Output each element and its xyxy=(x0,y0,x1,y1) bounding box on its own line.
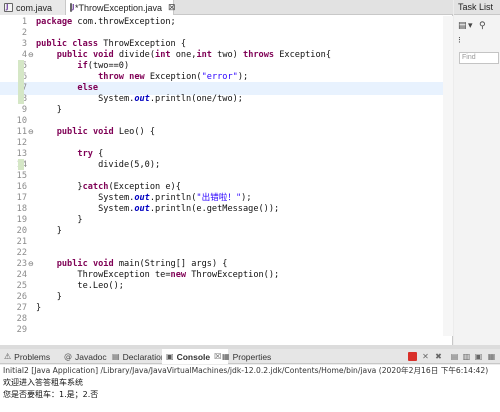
java-file-icon xyxy=(70,3,75,12)
properties-icon: ▦ xyxy=(222,352,230,361)
tab-console[interactable]: ▣ Console ☒ xyxy=(162,349,229,364)
console-output[interactable]: Initial2 [Java Application] /Library/Jav… xyxy=(0,365,500,412)
tab-declaration[interactable]: ▤ Declaration xyxy=(112,349,166,364)
tab-problems[interactable]: ⚠ Problems xyxy=(4,349,50,364)
change-marker xyxy=(18,60,24,71)
change-marker xyxy=(18,159,24,170)
editor-area: com.java *ThrowException.java ⊠ 1package… xyxy=(0,0,453,345)
remove-all-icon[interactable]: ✖ xyxy=(434,352,443,361)
tab-com-java[interactable]: com.java xyxy=(0,0,66,15)
console-status: Initial2 [Java Application] /Library/Jav… xyxy=(3,366,489,375)
terminate-icon[interactable] xyxy=(408,352,417,361)
tab-label: Properties xyxy=(232,351,272,362)
scroll-lock-icon[interactable]: ▤ xyxy=(450,352,459,361)
tab-label: Javadoc xyxy=(75,351,107,362)
change-marker xyxy=(18,82,24,93)
code-editor[interactable]: 1 package com.throwException; 2 3 public cla… xyxy=(0,16,453,336)
tab-label: *ThrowException.java xyxy=(75,2,163,13)
tab-javadoc[interactable]: @ Javadoc xyxy=(64,349,107,364)
tab-throwexception-java[interactable]: *ThrowException.java ⊠ xyxy=(66,0,176,15)
java-file-icon xyxy=(4,3,13,12)
task-find-input[interactable]: Find xyxy=(459,52,499,64)
tab-label: Problems xyxy=(14,351,51,362)
change-marker xyxy=(18,93,24,104)
remove-launch-icon[interactable]: ✕ xyxy=(421,352,430,361)
task-list-title: Task List xyxy=(454,0,500,15)
new-task-icon[interactable]: ▤ xyxy=(458,21,467,31)
editor-tabbar: com.java *ThrowException.java ⊠ xyxy=(0,0,453,15)
pin-console-icon[interactable]: ▥ xyxy=(462,352,471,361)
tab-properties[interactable]: ▦ Properties xyxy=(222,349,271,364)
display-console-icon[interactable]: ▣ xyxy=(474,352,483,361)
vertical-scrollbar[interactable] xyxy=(443,16,453,336)
console-icon: ▣ xyxy=(166,352,174,361)
declaration-icon: ▤ xyxy=(112,352,120,361)
console-line: 欢迎进入答答租车系统 xyxy=(3,378,83,387)
line-number: 29 xyxy=(16,325,27,335)
filter-icon[interactable]: ⚲ xyxy=(479,21,486,31)
console-line: 您是否要租车：1.是；2.否 xyxy=(3,390,99,399)
javadoc-icon: @ xyxy=(64,352,72,361)
dropdown-icon[interactable]: ▾ xyxy=(468,21,473,31)
options-icon[interactable]: ⁝ xyxy=(458,36,461,46)
close-icon[interactable]: ☒ xyxy=(214,352,221,361)
change-marker xyxy=(18,71,24,82)
tab-label: com.java xyxy=(16,2,53,13)
open-console-icon[interactable]: ▦ xyxy=(487,352,496,361)
code-line[interactable]: 29 xyxy=(0,324,453,337)
tab-label: Declaration xyxy=(122,351,166,362)
problems-icon: ⚠ xyxy=(4,352,12,361)
tab-label: Console xyxy=(176,351,211,362)
close-icon[interactable]: ⊠ xyxy=(168,3,176,13)
